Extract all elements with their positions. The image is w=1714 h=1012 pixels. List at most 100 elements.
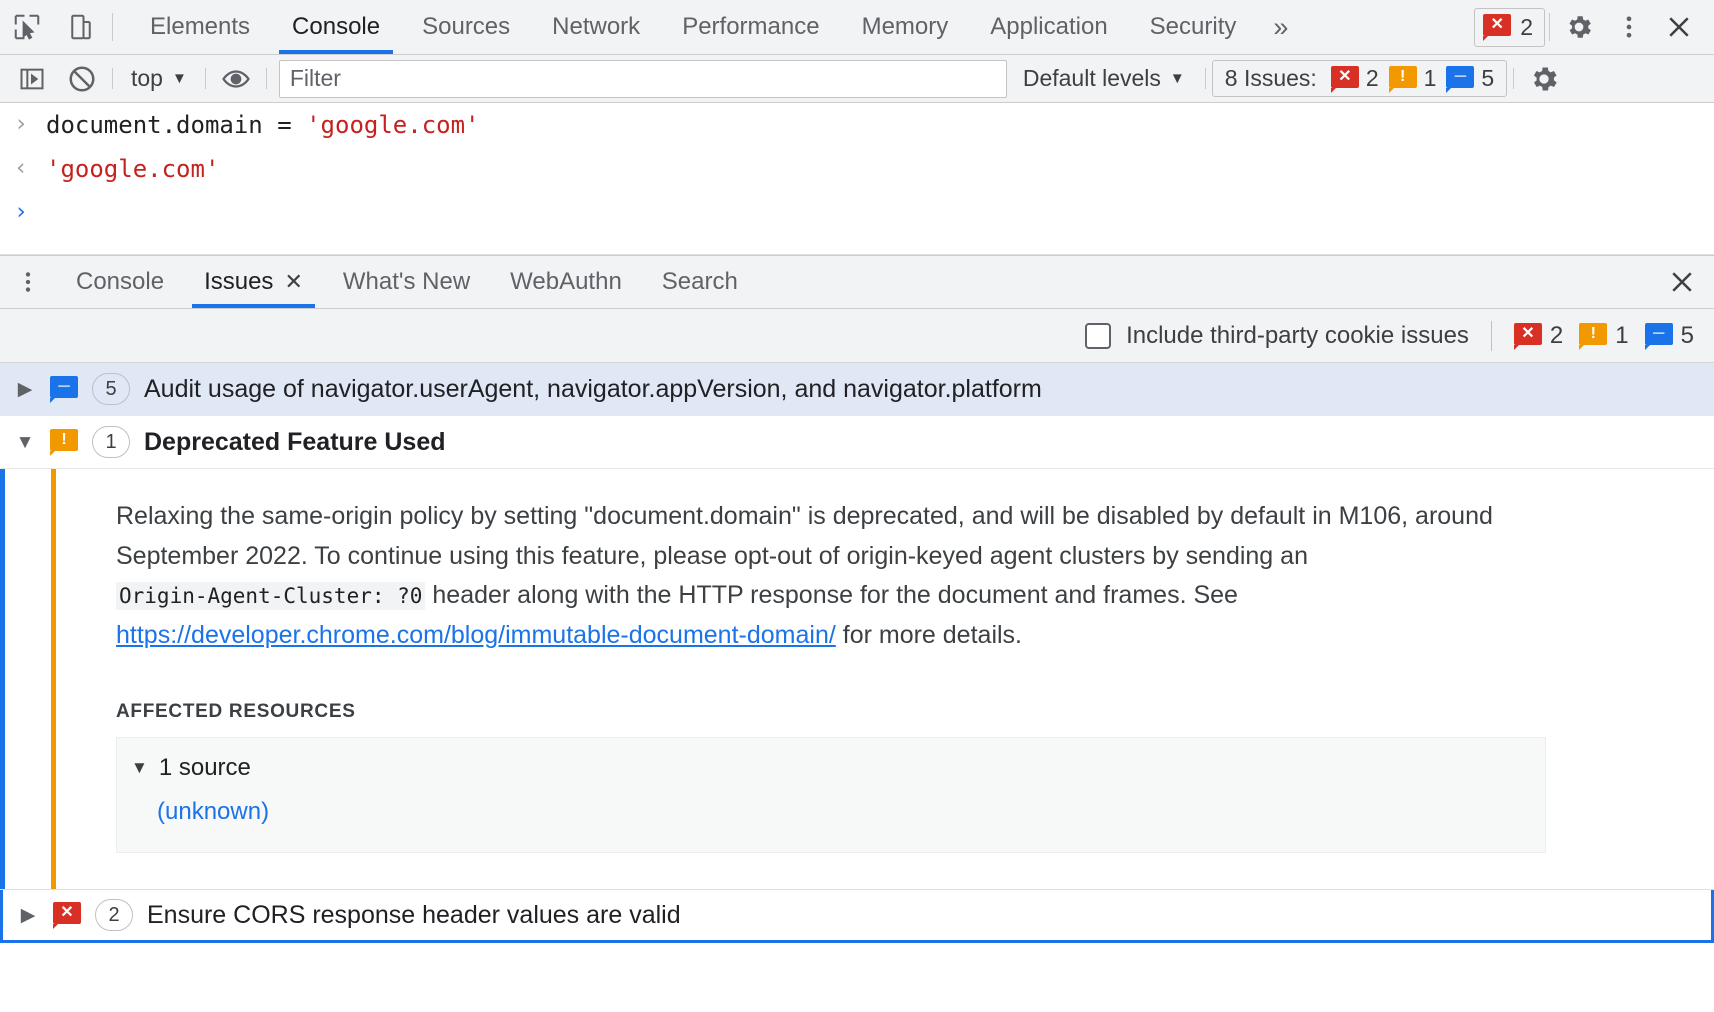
tab-security[interactable]: Security — [1129, 0, 1258, 54]
issues-error-count: ✕ 2 — [1514, 322, 1563, 350]
execution-context-selector[interactable]: top ▼ — [119, 59, 199, 99]
tab-performance[interactable]: Performance — [661, 0, 840, 54]
console-result-line: ‹ 'google.com' — [0, 147, 1714, 191]
issue-count-pill: 1 — [92, 426, 130, 458]
issue-title: Audit usage of navigator.userAgent, navi… — [144, 375, 1042, 404]
tab-label: Performance — [682, 13, 819, 41]
console-expression: document.domain = 'google.com' — [46, 108, 479, 142]
close-tab-icon[interactable]: ✕ — [284, 271, 302, 293]
toolbar-divider — [112, 68, 113, 89]
gear-icon[interactable] — [1520, 59, 1568, 99]
tab-application[interactable]: Application — [969, 0, 1128, 54]
drawer-tab-label: Issues — [204, 268, 273, 296]
console-output-area[interactable]: › document.domain = 'google.com' ‹ 'goog… — [0, 103, 1714, 255]
tab-memory[interactable]: Memory — [841, 0, 970, 54]
issue-error-group: ✕ 2 — [1331, 65, 1379, 92]
drawer-tab-issues[interactable]: Issues ✕ — [184, 256, 323, 308]
error-count-value: 2 — [1550, 322, 1563, 350]
drawer-tab-whats-new[interactable]: What's New — [323, 256, 490, 308]
sources-toggle[interactable]: ▼ 1 source — [117, 754, 1545, 782]
input-arrow-icon: › — [14, 108, 46, 141]
live-expression-icon[interactable] — [212, 59, 260, 99]
drawer-tab-console[interactable]: Console — [56, 256, 184, 308]
issues-summary-button[interactable]: 8 Issues: ✕ 2 ! 1 ─ 5 — [1212, 60, 1507, 97]
error-bubble-icon: ✕ — [1514, 323, 1542, 349]
info-count-value: 5 — [1481, 65, 1494, 92]
detail-accent-bars — [0, 469, 80, 889]
issue-info-group: ─ 5 — [1446, 65, 1494, 92]
kebab-menu-icon[interactable] — [1604, 2, 1654, 52]
toolbar-divider — [1205, 68, 1206, 89]
expression-prefix: document.domain = — [46, 111, 306, 139]
toolbar-divider — [266, 68, 267, 89]
header-code-token: Origin-Agent-Cluster: ?0 — [116, 582, 425, 610]
issues-label: 8 Issues: — [1225, 65, 1317, 92]
issue-detail-panel: Relaxing the same-origin policy by setti… — [0, 469, 1714, 890]
info-bubble-icon: ─ — [1446, 66, 1474, 92]
drawer-tab-label: Console — [76, 268, 164, 296]
device-toolbar-icon[interactable] — [54, 0, 108, 54]
issue-detail-body: Relaxing the same-origin policy by setti… — [80, 469, 1714, 889]
context-label: top — [131, 65, 163, 92]
toolbar-divider — [205, 68, 206, 89]
documentation-link[interactable]: https://developer.chrome.com/blog/immuta… — [116, 621, 836, 649]
error-bubble-icon: ✕ — [53, 902, 81, 928]
more-tabs-icon[interactable]: » — [1257, 0, 1304, 54]
log-levels-selector[interactable]: Default levels ▼ — [1009, 59, 1199, 99]
search-input[interactable] — [279, 60, 1007, 98]
expand-triangle-icon[interactable]: ▶ — [17, 906, 39, 925]
third-party-cookie-checkbox[interactable]: Include third-party cookie issues — [1085, 322, 1469, 350]
tab-elements[interactable]: Elements — [129, 0, 271, 54]
info-bubble-icon: ─ — [1645, 323, 1673, 349]
collapse-triangle-icon[interactable]: ▼ — [14, 433, 36, 452]
warning-accent-bar — [51, 469, 56, 889]
tab-label: Elements — [150, 13, 250, 41]
clear-console-icon[interactable] — [58, 59, 106, 99]
console-filter-toolbar: top ▼ Default levels ▼ 8 Issues: ✕ 2 ! 1… — [0, 55, 1714, 103]
issues-warning-count: ! 1 — [1579, 322, 1628, 350]
warning-bubble-icon: ! — [1389, 66, 1417, 92]
expression-string: 'google.com' — [306, 111, 479, 139]
issue-title: Ensure CORS response header values are v… — [147, 901, 681, 930]
toolbar-divider — [1513, 68, 1514, 89]
tab-label: Application — [990, 13, 1107, 41]
drawer-tab-search[interactable]: Search — [642, 256, 758, 308]
description-part-1: Relaxing the same-origin policy by setti… — [116, 502, 1493, 570]
toolbar-divider — [1491, 321, 1492, 351]
checkbox-box[interactable] — [1085, 323, 1111, 349]
issue-row[interactable]: ▶ ✕ 2 Ensure CORS response header values… — [0, 890, 1714, 943]
tab-console[interactable]: Console — [271, 0, 401, 54]
issue-count-pill: 2 — [95, 899, 133, 931]
issues-filter-toolbar: Include third-party cookie issues ✕ 2 ! … — [0, 309, 1714, 363]
drawer-tab-label: Search — [662, 268, 738, 296]
description-part-3: for more details. — [836, 621, 1022, 649]
error-count-badge[interactable]: ✕ 2 — [1474, 8, 1545, 47]
issue-description: Relaxing the same-origin policy by setti… — [116, 497, 1556, 655]
issue-row[interactable]: ▼ ! 1 Deprecated Feature Used — [0, 416, 1714, 469]
levels-label: Default levels — [1023, 65, 1161, 92]
expand-triangle-icon[interactable]: ▶ — [14, 380, 36, 399]
warning-bubble-icon: ! — [1579, 323, 1607, 349]
tab-label: Network — [552, 13, 640, 41]
inspect-cursor-icon[interactable] — [0, 0, 54, 54]
checkbox-label: Include third-party cookie issues — [1126, 322, 1469, 350]
kebab-menu-icon[interactable] — [0, 256, 56, 308]
toolbar-divider — [112, 13, 113, 41]
console-input-line: › document.domain = 'google.com' — [0, 103, 1714, 147]
tab-network[interactable]: Network — [531, 0, 661, 54]
info-bubble-icon: ─ — [50, 376, 78, 402]
console-prompt-line[interactable]: › — [0, 191, 1714, 234]
issue-row[interactable]: ▶ ─ 5 Audit usage of navigator.userAgent… — [0, 363, 1714, 416]
tab-label: Console — [292, 13, 380, 41]
drawer-tab-label: What's New — [343, 268, 470, 296]
close-icon[interactable] — [1654, 2, 1704, 52]
drawer-tab-bar: Console Issues ✕ What's New WebAuthn Sea… — [0, 255, 1714, 309]
tab-sources[interactable]: Sources — [401, 0, 531, 54]
chevron-down-icon: ▼ — [172, 71, 187, 86]
console-sidebar-icon[interactable] — [8, 59, 56, 99]
drawer-tab-webauthn[interactable]: WebAuthn — [490, 256, 642, 308]
source-item[interactable]: (unknown) — [117, 798, 1545, 826]
gear-icon[interactable] — [1554, 2, 1604, 52]
issues-info-count: ─ 5 — [1645, 322, 1694, 350]
close-drawer-icon[interactable] — [1650, 256, 1714, 308]
